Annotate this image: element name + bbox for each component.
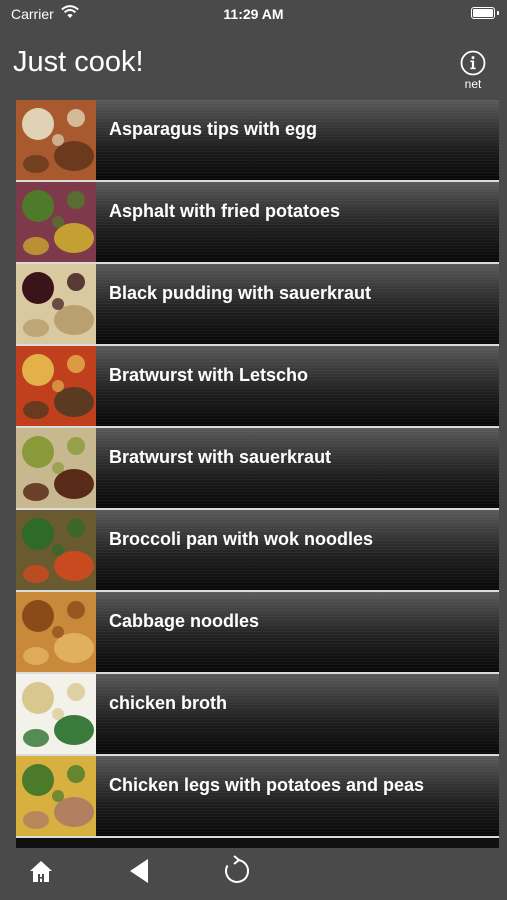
recipe-name: Broccoli pan with wok noodles (109, 529, 374, 549)
recipe-name: chicken broth (109, 693, 228, 713)
recipe-name: Bratwurst with Letscho (109, 365, 309, 385)
back-arrow-icon[interactable] (122, 854, 156, 888)
clock: 11:29 AM (223, 6, 284, 22)
recipe-name: Black pudding with sauerkraut (109, 283, 372, 303)
recipe-name: Asparagus tips with egg (109, 119, 318, 139)
list-item[interactable]: Black pudding with sauerkraut (16, 264, 499, 346)
recipe-thumbnail (16, 264, 96, 344)
recipe-thumbnail (16, 756, 96, 836)
list-item[interactable]: Asphalt with fried potatoes (16, 182, 499, 264)
recipe-thumbnail (16, 674, 96, 754)
recipe-thumbnail (16, 182, 96, 262)
recipe-thumbnail (16, 510, 96, 590)
navigation-bar: Just cook! net (0, 28, 507, 94)
info-button[interactable]: net (457, 50, 489, 96)
refresh-icon[interactable] (220, 854, 254, 888)
bottom-toolbar (0, 848, 507, 900)
list-item[interactable]: Broccoli pan with wok noodles (16, 510, 499, 592)
status-bar: Carrier 11:29 AM (0, 0, 507, 28)
recipe-name: Chicken legs with potatoes and peas (109, 775, 425, 795)
page-title: Just cook! (13, 46, 144, 78)
list-item[interactable]: Chicken legs with potatoes and peas (16, 756, 499, 838)
list-item[interactable]: Cabbage noodles (16, 592, 499, 674)
recipe-name: Cabbage noodles (109, 611, 260, 631)
recipe-thumbnail (16, 428, 96, 508)
list-item[interactable]: Bratwurst with Letscho (16, 346, 499, 428)
list-item[interactable]: chicken broth (16, 674, 499, 756)
recipe-name: Bratwurst with sauerkraut (109, 447, 332, 467)
home-icon[interactable] (24, 854, 58, 888)
list-item[interactable]: Asparagus tips with egg (16, 100, 499, 182)
recipe-list[interactable]: Asparagus tips with egg Asphalt with frie… (16, 100, 499, 848)
recipe-thumbnail (16, 592, 96, 672)
info-button-label: net (464, 77, 482, 91)
battery-icon (471, 7, 495, 19)
recipe-thumbnail (16, 346, 96, 426)
info-circle-icon (460, 50, 486, 76)
list-item[interactable]: Bratwurst with sauerkraut (16, 428, 499, 510)
battery-cap (497, 11, 499, 15)
recipe-name: Asphalt with fried potatoes (109, 201, 341, 221)
recipe-thumbnail (16, 100, 96, 180)
